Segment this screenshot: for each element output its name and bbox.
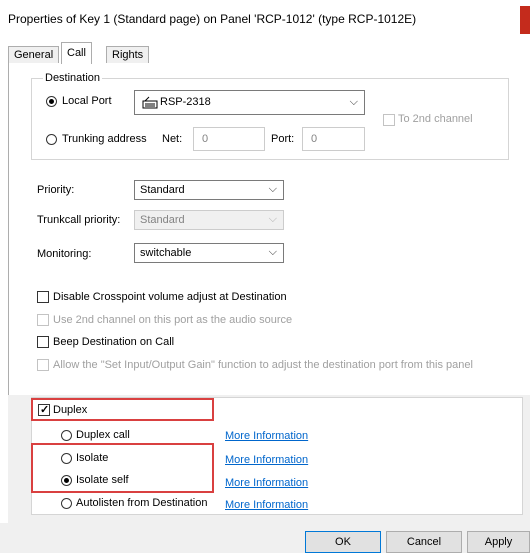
trunking-address-radio[interactable] [46,134,57,145]
beep-destination-label: Beep Destination on Call [53,336,175,348]
ok-button[interactable]: OK [305,531,381,553]
trunkcall-priority-select[interactable]: Standard ⌵ [134,210,284,230]
local-port-label: Local Port [62,95,112,107]
autolisten-more-info-link[interactable]: More Information [225,499,308,511]
disable-crosspoint-label: Disable Crosspoint volume adjust at Dest… [53,291,287,303]
use-2nd-channel-label: Use 2nd channel on this port as the audi… [53,314,293,326]
autolisten-radio[interactable] [61,498,72,509]
trunking-address-label: Trunking address [62,133,147,145]
local-port-select[interactable]: RSP-2318 ⌵ [134,90,365,115]
allow-gain-label: Allow the "Set Input/Output Gain" functi… [53,359,473,371]
autolisten-label: Autolisten from Destination [76,497,208,509]
allow-gain-checkbox[interactable] [37,359,49,371]
priority-label: Priority: [37,184,75,196]
isolate-self-more-info-link[interactable]: More Information [225,477,308,489]
device-icon [142,96,158,109]
chevron-down-icon: ⌵ [349,96,358,108]
to-2nd-channel-label: To 2nd channel [398,113,473,125]
chevron-down-icon: ⌵ [268,183,277,195]
monitoring-value: switchable [140,247,192,259]
port-field[interactable]: 0 [302,127,365,151]
net-field[interactable]: 0 [193,127,265,151]
apply-button[interactable]: Apply [467,531,530,553]
trunkcall-priority-label: Trunkcall priority: [37,214,121,226]
monitoring-label: Monitoring: [37,248,92,260]
isolate-more-info-link[interactable]: More Information [225,454,308,466]
isolate-highlight [31,443,214,493]
priority-value: Standard [140,184,185,196]
chevron-down-icon: ⌵ [268,213,277,225]
to-2nd-channel-checkbox[interactable] [383,114,395,126]
net-label: Net: [162,133,183,145]
chevron-down-icon: ⌵ [268,246,277,258]
destination-group-label: Destination [43,72,103,84]
port-value: 0 [311,133,318,145]
beep-destination-checkbox[interactable] [37,336,49,348]
duplex-call-more-info-link[interactable]: More Information [225,430,308,442]
duplex-call-radio[interactable] [61,430,72,441]
close-button[interactable] [520,6,530,34]
trunkcall-priority-value: Standard [140,214,185,226]
tab-call[interactable]: Call [61,42,92,64]
net-value: 0 [202,133,209,145]
cancel-button[interactable]: Cancel [386,531,462,553]
disable-crosspoint-checkbox[interactable] [37,291,49,303]
tab-general[interactable]: General [8,46,60,63]
duplex-highlight [31,398,214,421]
local-port-radio[interactable] [46,96,57,107]
duplex-call-label: Duplex call [76,429,130,441]
port-label: Port: [271,133,295,145]
monitoring-select[interactable]: switchable ⌵ [134,243,284,263]
local-port-value: RSP-2318 [160,96,211,108]
window-title: Properties of Key 1 (Standard page) on P… [8,12,417,26]
tab-rights[interactable]: Rights [106,46,150,63]
use-2nd-channel-checkbox[interactable] [37,314,49,326]
priority-select[interactable]: Standard ⌵ [134,180,284,200]
